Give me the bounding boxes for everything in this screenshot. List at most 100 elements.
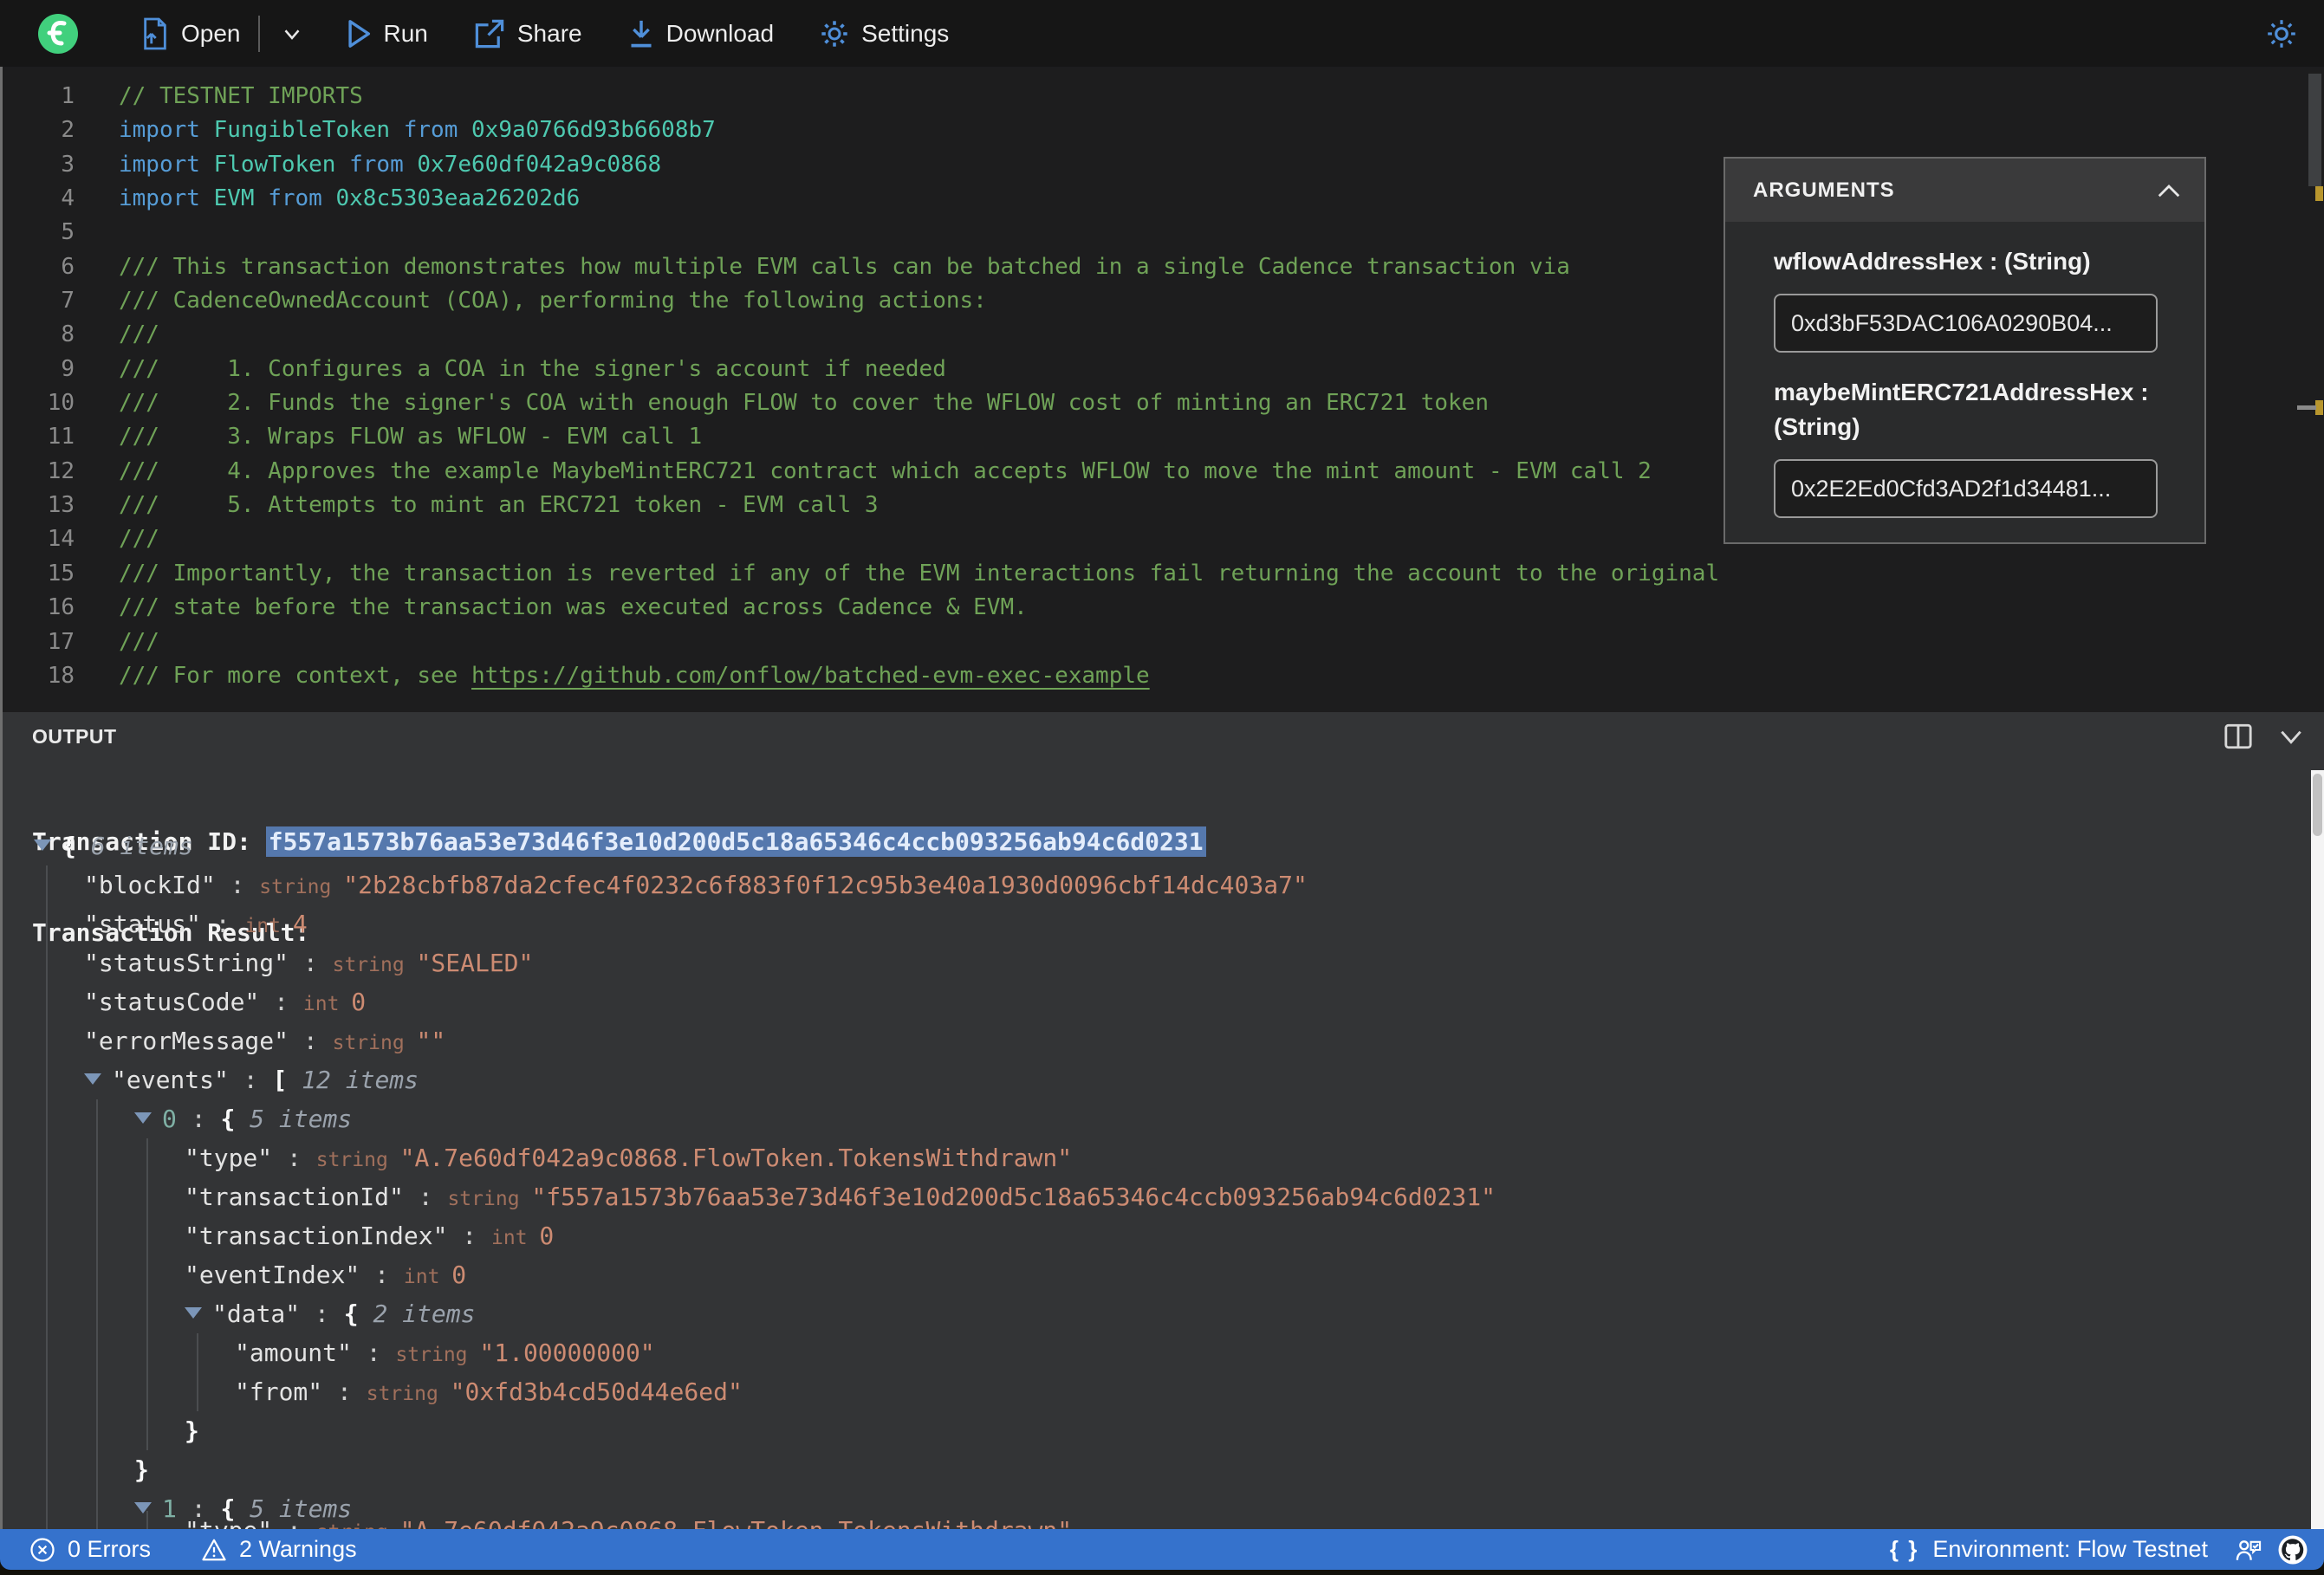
settings-gear-icon (821, 20, 847, 47)
argument-input[interactable] (1774, 459, 2158, 518)
json-row[interactable]: "eventIndex" : int 0 (3, 1255, 2308, 1294)
json-type-label: int (302, 993, 352, 1015)
code-line: 15 /// Importantly, the transaction is re… (3, 557, 1719, 591)
indent-guide (96, 1138, 98, 1177)
json-key: "statusString" (84, 949, 289, 977)
warnings-count[interactable]: 2 Warnings (239, 1536, 357, 1563)
line-number: 13 (47, 492, 75, 519)
output-scrollbar-track[interactable] (2311, 770, 2324, 1529)
open-dropdown-button[interactable] (279, 21, 305, 47)
expand-triangle-icon[interactable] (34, 839, 51, 851)
indent-guide (46, 1411, 48, 1450)
json-brace: } (185, 1416, 199, 1445)
argument-field: wflowAddressHex : (String) (1725, 244, 2204, 353)
json-separator: : (200, 910, 245, 938)
arguments-title: ARGUMENTS (1753, 178, 1895, 202)
indent-guide (46, 1294, 48, 1333)
json-row[interactable]: "events" : [ 12 items (3, 1060, 2308, 1099)
expand-triangle-icon[interactable] (185, 1306, 202, 1319)
download-button[interactable]: Download (627, 18, 774, 49)
json-row[interactable]: "transactionIndex" : int 0 (3, 1216, 2308, 1255)
download-icon (631, 20, 652, 48)
run-button[interactable]: Run (345, 19, 428, 49)
json-row[interactable]: "type" : string "A.7e60df042a9c0868.Flow… (3, 1138, 2308, 1177)
code-link[interactable]: https://github.com/onflow/batched-evm-ex… (471, 663, 1150, 689)
sun-icon (2268, 19, 2295, 48)
json-row[interactable]: { 6 items (3, 826, 2308, 865)
split-panel-icon[interactable] (2223, 723, 2253, 750)
settings-button[interactable]: Settings (819, 18, 949, 49)
indent-guide (46, 982, 48, 1021)
json-row[interactable]: } (3, 1450, 2308, 1489)
environment-label[interactable]: Environment: Flow Testnet (1932, 1536, 2208, 1563)
errors-icon (30, 1537, 55, 1562)
json-key: "transactionIndex" (185, 1222, 448, 1250)
json-row[interactable]: "type" : string "A.7e60df042a9c0868.Flow… (3, 1511, 2308, 1529)
indent-guide (46, 904, 48, 943)
chevron-down-icon (284, 29, 299, 40)
json-row[interactable]: "errorMessage" : string "" (3, 1021, 2308, 1060)
json-key: "events" (112, 1066, 229, 1094)
toolbar: Open Run Share Download Settings (0, 0, 2324, 67)
open-label: Open (181, 19, 241, 47)
status-bar: 0 Errors 2 Warnings { } Environment: Flo… (0, 1529, 2324, 1570)
json-item-count: 6 items (75, 832, 193, 860)
github-icon[interactable] (2277, 1534, 2308, 1565)
code-editor[interactable]: 1 // TESTNET IMPORTS 2 import FungibleToken… (0, 67, 2324, 712)
json-row[interactable]: "statusCode" : int 0 (3, 982, 2308, 1021)
output-scrollbar-thumb[interactable] (2313, 774, 2322, 836)
indent-guide (146, 1177, 148, 1216)
indent-guide (46, 865, 48, 904)
code-line: 17 /// (3, 625, 1719, 659)
json-value: "1.00000000" (479, 1338, 655, 1367)
code-token: 0x7e60df042a9c0868 (417, 151, 662, 178)
json-value: 0 (539, 1222, 555, 1250)
json-row[interactable]: 0 : { 5 items (3, 1099, 2308, 1138)
open-button[interactable]: Open (140, 17, 241, 50)
arguments-panel-header[interactable]: ARGUMENTS (1725, 159, 2204, 222)
code-token: import (119, 185, 214, 212)
warning-marker (2315, 400, 2323, 415)
run-label: Run (383, 19, 428, 47)
json-row[interactable]: "data" : { 2 items (3, 1294, 2308, 1333)
json-row[interactable]: "amount" : string "1.00000000" (3, 1333, 2308, 1372)
chevron-up-icon[interactable] (2156, 181, 2182, 200)
flow-logo (38, 13, 78, 54)
expand-triangle-icon[interactable] (84, 1073, 101, 1085)
indent-guide (46, 1511, 48, 1529)
indent-guide (46, 1450, 48, 1489)
flow-runner-window: Open Run Share Download Settings 1 // TE… (0, 0, 2324, 1575)
json-type-label: string (332, 1032, 417, 1054)
code-token: 0x9a0766d93b6608b7 (471, 117, 716, 144)
json-row[interactable]: "from" : string "0xfd3b4cd50d44e6ed" (3, 1372, 2308, 1411)
theme-toggle-button[interactable] (2265, 17, 2298, 50)
expand-triangle-icon[interactable] (134, 1112, 152, 1124)
json-row[interactable]: } (3, 1411, 2308, 1450)
errors-count[interactable]: 0 Errors (68, 1536, 151, 1563)
json-key: "errorMessage" (84, 1027, 289, 1055)
code-text: /// (119, 318, 159, 352)
json-value: "0xfd3b4cd50d44e6ed" (450, 1377, 743, 1406)
json-row[interactable]: "status" : int 4 (3, 904, 2308, 943)
json-type-label: string (315, 1149, 400, 1171)
json-key: "blockId" (84, 871, 216, 899)
indent-guide (96, 1255, 98, 1294)
code-token: FlowToken (213, 151, 336, 178)
json-value: "2b28cbfb87da2cfec4f0232c6f883f0f12c95b3… (343, 871, 1308, 899)
json-brace: } (134, 1455, 149, 1484)
json-row[interactable]: "transactionId" : string "f557a1573b76aa… (3, 1177, 2308, 1216)
json-row[interactable]: "blockId" : string "2b28cbfb87da2cfec4f0… (3, 865, 2308, 904)
code-line: 10 /// 2. Funds the signer's COA with eno… (3, 386, 1719, 420)
feedback-icon[interactable] (2234, 1536, 2263, 1564)
editor-scrollbar-thumb[interactable] (2308, 74, 2321, 186)
json-type-label: string (316, 1521, 400, 1529)
share-button[interactable]: Share (473, 18, 582, 49)
json-row[interactable]: "statusString" : string "SEALED" (3, 943, 2308, 982)
json-value: "A.7e60df042a9c0868.FlowToken.TokensWith… (399, 1144, 1073, 1172)
collapse-output-chevron-icon[interactable] (2277, 723, 2305, 749)
line-number: 10 (47, 390, 75, 417)
line-number: 15 (47, 560, 75, 587)
json-type-label: string (366, 1383, 451, 1405)
argument-input[interactable] (1774, 294, 2158, 353)
